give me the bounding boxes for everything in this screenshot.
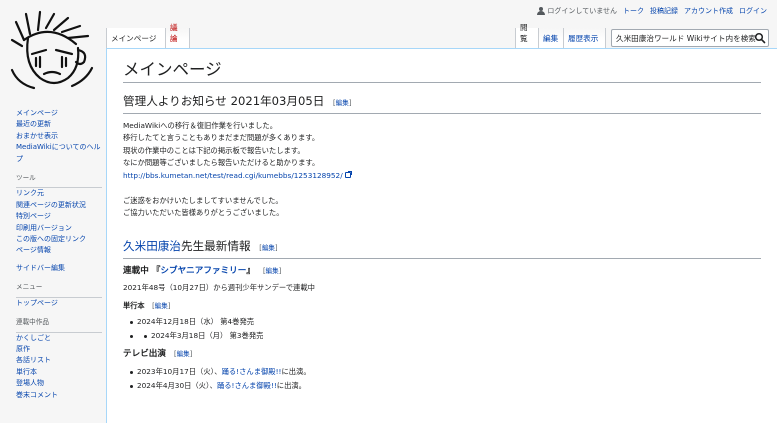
- volumes-heading: 単行本 [編集]: [123, 300, 761, 311]
- site-logo[interactable]: [10, 10, 96, 90]
- personal-tools: ログインしていません トーク 投稿記録 アカウント作成 ログイン: [537, 6, 767, 16]
- list-item: 2023年10月17日（火）、踊る!さんま御殿!!に出演。: [130, 365, 761, 379]
- edit-section-link[interactable]: 編集: [266, 267, 279, 275]
- tv-date: 2023年10月17日（火）、: [137, 367, 222, 377]
- tab-read[interactable]: 閲覧: [515, 23, 539, 48]
- sidebar-edit-portal: サイドバー編集: [0, 263, 106, 274]
- tv-heading-text: テレビ出演: [123, 349, 166, 360]
- sidebar-item-top-page[interactable]: トップページ: [16, 299, 58, 307]
- login-link[interactable]: ログイン: [739, 6, 767, 16]
- edit-section-link[interactable]: 編集: [262, 244, 275, 252]
- list-item: 2024年12月18日（水） 第4巻発売: [130, 315, 761, 329]
- contributions-link[interactable]: 投稿記録: [650, 6, 678, 16]
- notice-closing: ご迷惑をおかけいたしましてすいませんでした。 ご協力いただいた皆様ありがとうござ…: [123, 195, 761, 220]
- list-item: 2024年3月18日（月） 第3巻発売: [144, 329, 761, 343]
- tv-date: 2024年4月30日（火）、: [137, 381, 217, 391]
- edit-section: [編集]: [173, 350, 193, 359]
- sidebar-item-main-page[interactable]: メインページ: [16, 109, 58, 117]
- edit-section: [編集]: [262, 266, 282, 275]
- notice-line: MediaWikiへの移行＆復旧作業を行いました。: [123, 121, 277, 130]
- notice-line: 現状の作業中のことは下記の掲示板で報告いたします。: [123, 145, 305, 155]
- create-account-link[interactable]: アカウント作成: [684, 6, 733, 16]
- volumes-list: 2024年12月18日（水） 第4巻発売 2024年3月18日（月） 第3巻発売: [123, 315, 761, 342]
- edit-section-link[interactable]: 編集: [336, 99, 349, 107]
- serial-title-link[interactable]: シブヤニアファミリー: [160, 266, 246, 276]
- page-title: メインページ: [123, 59, 761, 83]
- search-input[interactable]: 久米田康治ワールド Wikiサイト内を検索: [611, 29, 769, 47]
- tab-main-page[interactable]: メインページ: [106, 28, 166, 48]
- not-logged-in-status: ログインしていません: [537, 6, 617, 16]
- user-icon: [537, 7, 546, 15]
- tv-rest: に出演。: [281, 367, 311, 377]
- serial-suffix: 』: [246, 265, 255, 276]
- notice-line: 移行したてと言うこともありまだまだ問題が多くあります。: [123, 133, 320, 143]
- sidebar-item-volumes[interactable]: 単行本: [16, 368, 37, 376]
- sidebar-menu: トップページ: [0, 298, 106, 309]
- author-link[interactable]: 久米田康治: [123, 239, 181, 253]
- edit-section: [編集]: [259, 243, 278, 252]
- sidebar-works: かくしごと 原作 各話リスト 単行本 登場人物 巻末コメント: [0, 333, 106, 401]
- notice-heading: 管理人よりお知らせ 2021年03月05日 [編集]: [123, 93, 761, 114]
- closing-line: ご迷惑をおかけいたしましてすいませんでした。: [123, 196, 283, 206]
- not-logged-in-label: ログインしていません: [547, 7, 617, 15]
- bbs-link-text: http://bbs.kumetan.net/test/read.cgi/kum…: [123, 170, 343, 180]
- sidebar-item-episode-list[interactable]: 各話リスト: [16, 356, 51, 364]
- menu-heading: メニュー: [16, 283, 43, 292]
- talk-link[interactable]: トーク: [623, 6, 644, 16]
- tab-history[interactable]: 履歴表示: [564, 28, 606, 48]
- sidebar-item-page-info[interactable]: ページ情報: [16, 246, 51, 254]
- sidebar-item-help[interactable]: MediaWikiについてのヘルプ: [16, 143, 101, 162]
- list-item: 2024年4月30日（火）、踊る!さんま御殿!!に出演。: [130, 379, 761, 393]
- latest-heading-text: 先生最新情報: [180, 238, 251, 253]
- serial-heading: 連載中 『シブヤニアファミリー』 [編集]: [123, 265, 761, 277]
- sidebar-item-characters[interactable]: 登場人物: [16, 379, 44, 387]
- sidebar-item-kakushigoto[interactable]: かくしごと: [16, 334, 51, 342]
- sidebar-item-sidebar-edit[interactable]: サイドバー編集: [16, 264, 65, 272]
- edit-section-link[interactable]: 編集: [177, 350, 190, 358]
- sidebar-item-what-links-here[interactable]: リンク元: [16, 189, 44, 197]
- latest-info-heading: 久米田康治先生最新情報 [編集]: [123, 238, 761, 259]
- tv-rest: に出演。: [276, 381, 306, 391]
- tab-edit[interactable]: 編集: [539, 28, 564, 48]
- sidebar-nav: メインページ 最近の更新 おまかせ表示 MediaWikiについてのヘルプ: [0, 108, 106, 165]
- edit-section: [編集]: [333, 99, 352, 107]
- logo-face-drawing: [10, 10, 94, 90]
- notice-body: MediaWikiへの移行＆復旧作業を行いました。 移行したてと言うこともありま…: [123, 120, 761, 182]
- sidebar-item-permalink[interactable]: この版への固定リンク: [16, 235, 86, 243]
- external-link-icon: [344, 170, 352, 178]
- edit-section: [編集]: [152, 302, 171, 311]
- tv-show-link[interactable]: 踊る!さんま御殿!!: [222, 367, 282, 376]
- sidebar-item-recent-changes[interactable]: 最近の更新: [16, 120, 51, 128]
- closing-line: ご協力いただいた皆様ありがとうございました。: [123, 208, 284, 218]
- sidebar-item-afterword-comments[interactable]: 巻末コメント: [16, 391, 58, 399]
- sidebar-item-random[interactable]: おまかせ表示: [16, 132, 58, 140]
- sidebar-tools: リンク元 関連ページの更新状況 特別ページ 印刷用バージョン この版への固定リン…: [0, 188, 106, 256]
- tv-show-link[interactable]: 踊る!さんま御殿!!: [217, 381, 277, 390]
- serial-prefix: 連載中 『: [123, 265, 161, 276]
- list-item-nested-wrapper: 2024年3月18日（月） 第3巻発売: [130, 329, 761, 343]
- sidebar: メインページ 最近の更新 おまかせ表示 MediaWikiについてのヘルプ ツー…: [0, 108, 106, 401]
- tab-talk[interactable]: 議論: [166, 23, 190, 48]
- main-content: メインページ 管理人よりお知らせ 2021年03月05日 [編集] MediaW…: [106, 48, 777, 423]
- tv-list: 2023年10月17日（火）、踊る!さんま御殿!!に出演。 2024年4月30日…: [123, 365, 761, 392]
- tools-heading: ツール: [16, 174, 36, 183]
- serial-text: 2021年48号（10月27日）から週刊少年サンデーで連載中: [123, 282, 315, 292]
- notice-line: なにか問題等ございましたら報告いただけると助かります。: [123, 158, 320, 168]
- sidebar-item-original[interactable]: 原作: [16, 345, 30, 353]
- sidebar-item-special-pages[interactable]: 特別ページ: [16, 212, 51, 220]
- works-heading: 連載中作品: [16, 318, 49, 327]
- volumes-sublist: 2024年3月18日（月） 第3巻発売: [137, 329, 761, 343]
- tv-heading: テレビ出演 [編集]: [123, 348, 761, 360]
- search-icon[interactable]: [754, 32, 766, 44]
- edit-section-link[interactable]: 編集: [155, 302, 168, 310]
- sidebar-item-printable[interactable]: 印刷用バージョン: [16, 224, 72, 232]
- bbs-external-link[interactable]: http://bbs.kumetan.net/test/read.cgi/kum…: [123, 170, 352, 180]
- sidebar-item-related-changes[interactable]: 関連ページの更新状況: [16, 201, 86, 209]
- volumes-heading-text: 単行本: [123, 301, 145, 311]
- notice-heading-text: 管理人よりお知らせ 2021年03月05日: [123, 94, 325, 108]
